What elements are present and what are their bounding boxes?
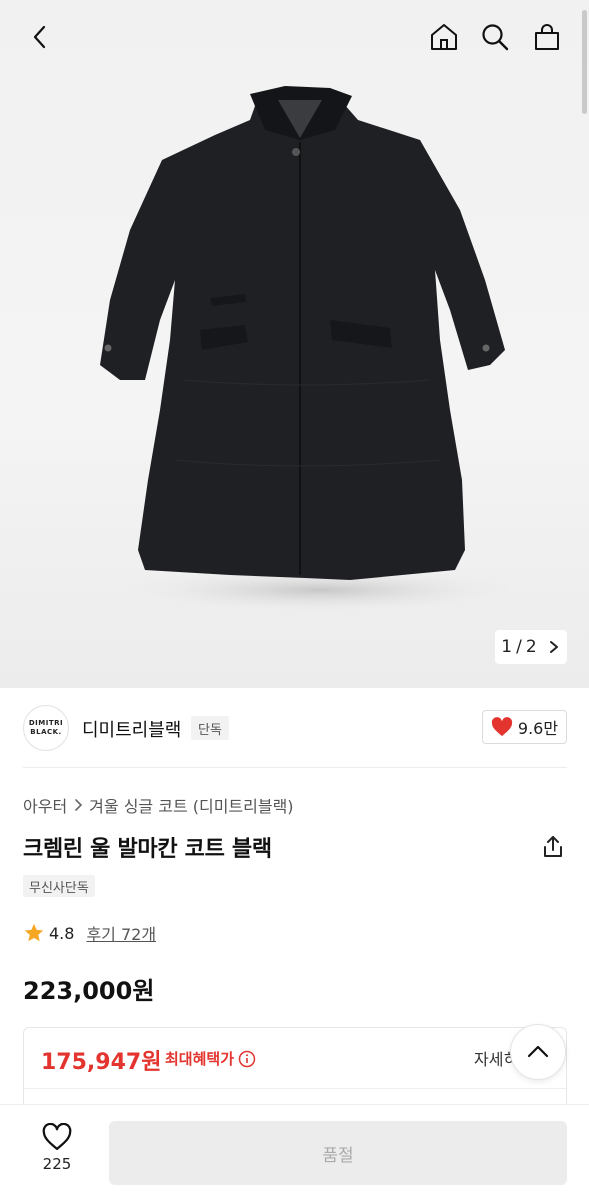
share-button[interactable] — [540, 834, 566, 860]
breadcrumb: 아우터 겨울 싱글 코트 (디미트리블랙) — [23, 793, 294, 817]
chevron-left-icon — [33, 25, 46, 49]
brand-logo[interactable]: DIMITRI BLACK. — [23, 705, 69, 751]
heart-filled-icon — [491, 717, 513, 737]
back-button[interactable] — [23, 20, 57, 54]
exclusive-badge: 무신사단독 — [23, 875, 95, 897]
chevron-right-icon — [75, 799, 83, 811]
sold-out-button[interactable]: 품절 — [109, 1121, 567, 1185]
brand-like-button[interactable]: 9.6만 — [482, 710, 567, 744]
heart-outline-icon — [42, 1123, 72, 1150]
wishlist-button[interactable]: 225 — [32, 1123, 82, 1183]
wishlist-count: 225 — [42, 1155, 72, 1173]
review-count-link[interactable]: 후기 72개 — [86, 921, 156, 945]
breadcrumb-category[interactable]: 아우터 — [23, 793, 67, 817]
search-icon — [482, 24, 509, 51]
brand-logo-line2: BLACK. — [30, 728, 62, 736]
chevron-up-icon — [527, 1045, 549, 1058]
brand-row: DIMITRI BLACK. 디미트리블랙 단독 9.6만 — [0, 688, 589, 768]
max-benefit-label-text: 최대혜택가 — [165, 1050, 235, 1068]
shopping-bag-icon — [535, 24, 559, 50]
divider — [23, 767, 567, 768]
max-benefit-label: 최대혜택가 — [165, 1048, 256, 1069]
rating-value: 4.8 — [49, 923, 75, 943]
chevron-right-icon — [549, 641, 558, 653]
info-icon[interactable] — [238, 1050, 256, 1068]
cart-button[interactable] — [530, 20, 564, 54]
top-navigation-bar — [0, 0, 589, 76]
gallery-total-pages: 2 — [525, 637, 537, 657]
product-image — [90, 80, 520, 620]
gallery-current-page: 1 — [501, 637, 513, 657]
home-icon — [431, 24, 457, 50]
product-image-gallery[interactable]: 1 / 2 — [0, 0, 589, 688]
product-title: 크렘린 울 발마칸 코트 블랙 — [23, 837, 272, 862]
brand-like-count: 9.6만 — [517, 719, 559, 738]
scroll-to-top-button[interactable] — [510, 1024, 566, 1080]
exclusive-tag: 단독 — [191, 716, 229, 740]
gallery-page-separator: / — [516, 637, 522, 657]
search-button[interactable] — [478, 20, 512, 54]
breadcrumb-subcategory[interactable]: 겨울 싱글 코트 (디미트리블랙) — [89, 793, 293, 817]
rating-row: 4.8 후기 72개 — [23, 921, 156, 945]
bottom-action-bar: 225 품절 — [0, 1104, 589, 1200]
brand-name[interactable]: 디미트리블랙 — [82, 716, 181, 742]
brand-logo-line1: DIMITRI — [28, 719, 64, 727]
product-price: 223,000원 — [23, 977, 155, 1005]
share-icon — [544, 836, 562, 857]
max-benefit-price: 175,947원 — [41, 1050, 162, 1075]
home-button[interactable] — [427, 20, 461, 54]
scrollbar[interactable] — [582, 10, 587, 114]
star-icon — [24, 923, 44, 942]
divider — [24, 1088, 566, 1089]
gallery-page-indicator[interactable]: 1 / 2 — [495, 630, 567, 664]
